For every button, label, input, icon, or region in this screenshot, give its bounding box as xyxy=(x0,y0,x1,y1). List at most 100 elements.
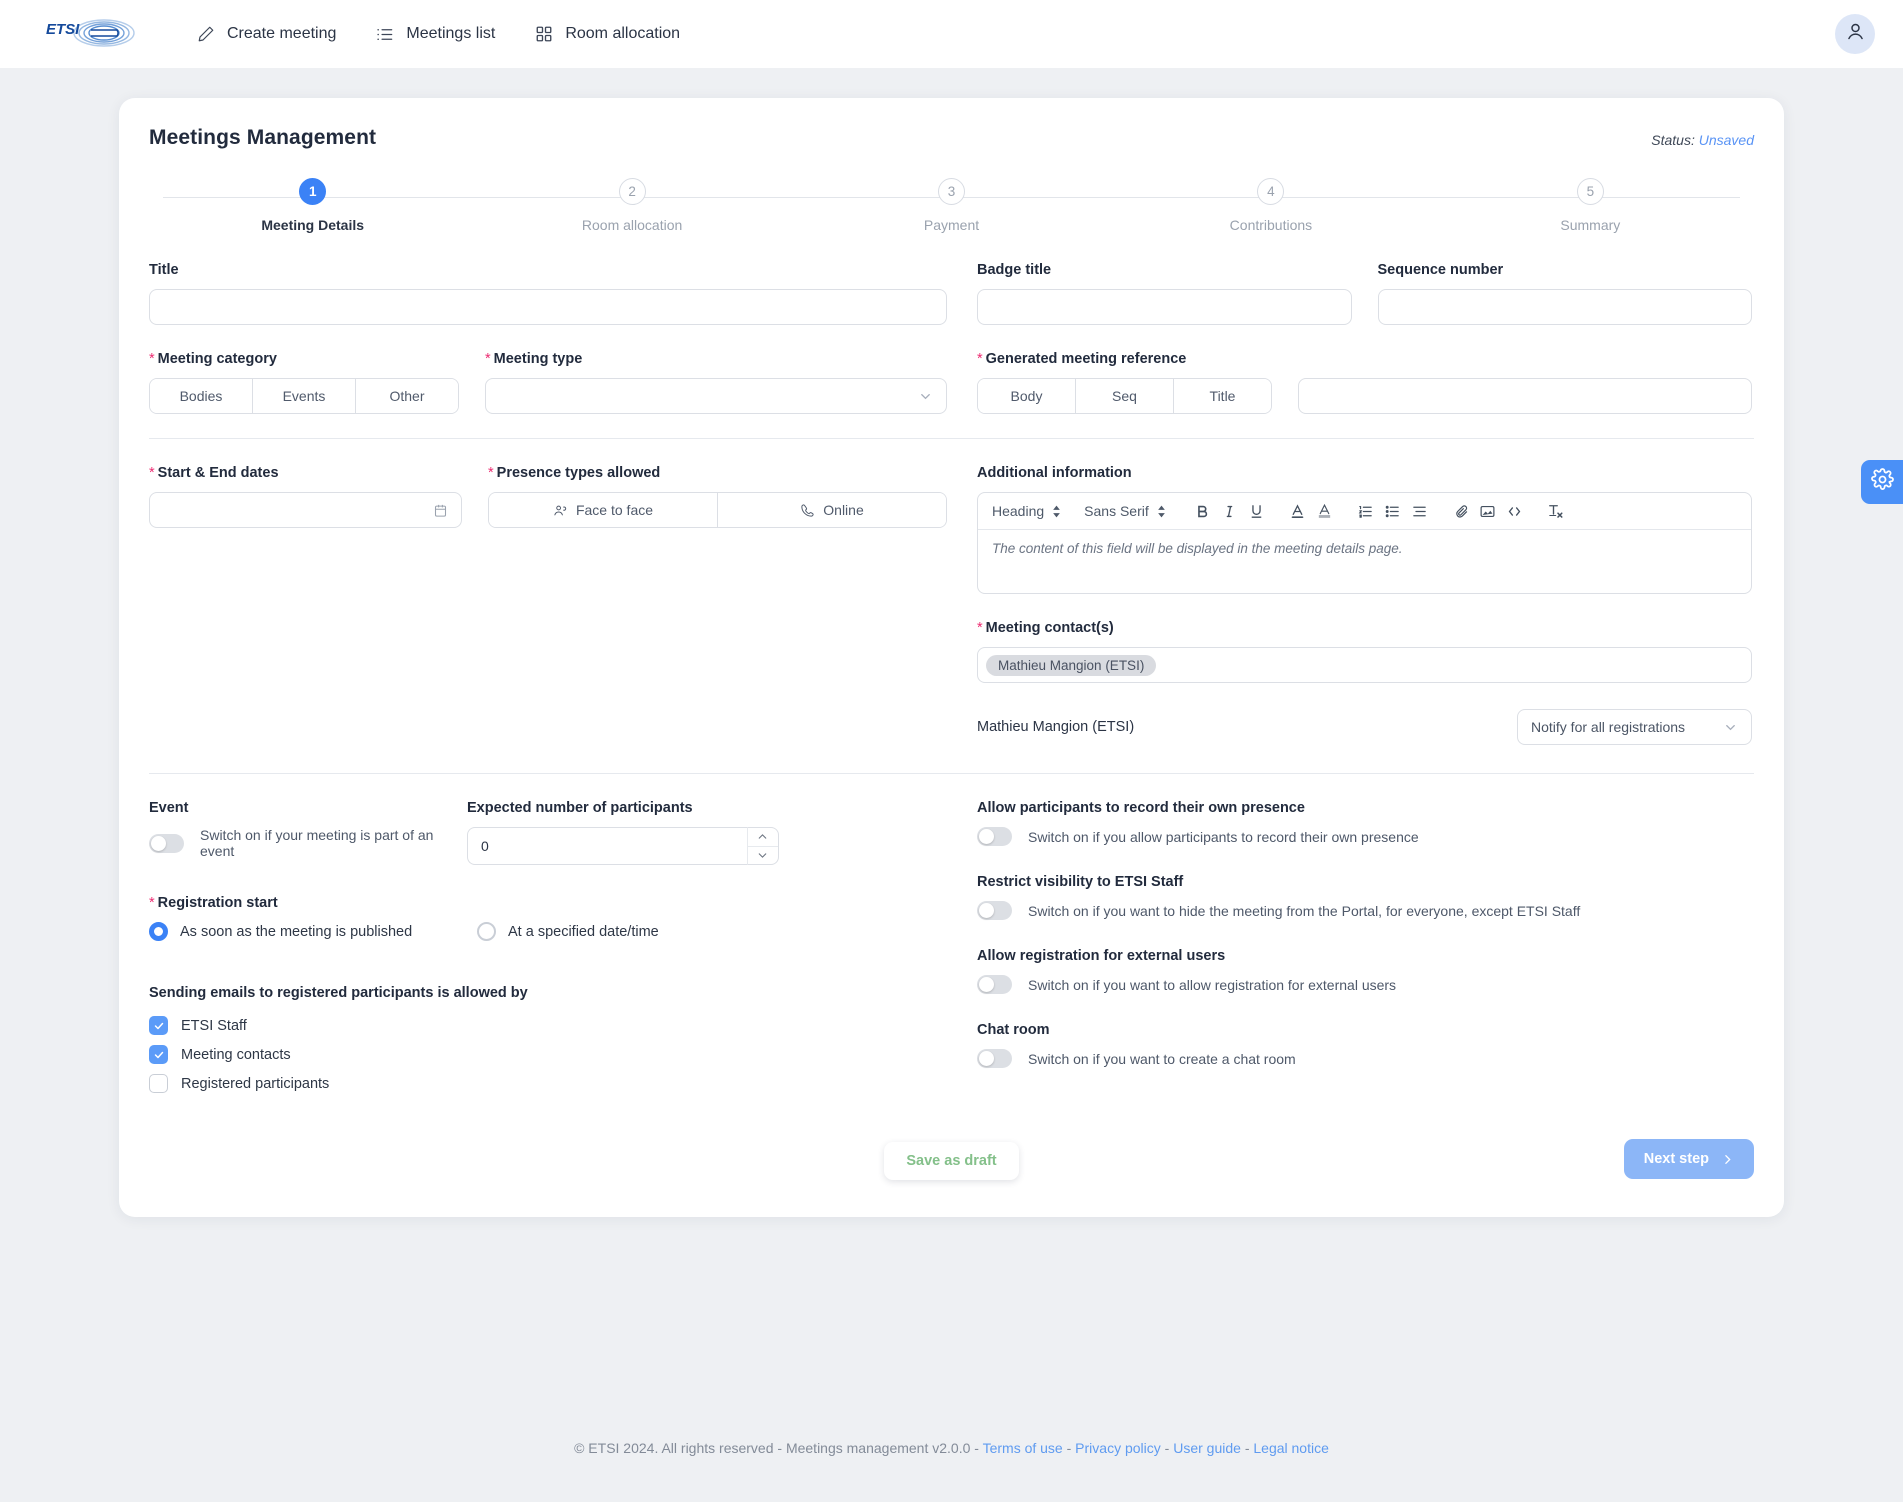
expected-participants-input[interactable]: 0 xyxy=(467,827,747,865)
gear-icon xyxy=(1870,468,1894,496)
next-step-button[interactable]: Next step xyxy=(1623,1139,1754,1179)
step-bubble[interactable]: 3 xyxy=(938,178,966,205)
underline-icon[interactable] xyxy=(1243,498,1270,525)
settings-side-tab[interactable] xyxy=(1861,460,1903,504)
title-input[interactable] xyxy=(149,289,947,325)
checkbox-registered-participants[interactable]: Registered participants xyxy=(149,1074,947,1093)
nav-items: Create meeting Meetings list Room alloca… xyxy=(193,18,682,51)
step-label: Payment xyxy=(923,217,980,233)
meeting-contacts-input[interactable]: Mathieu Mangion (ETSI) xyxy=(977,647,1752,683)
step-bubble[interactable]: 1 xyxy=(299,178,327,205)
external-users-toggle-row: Switch on if you want to allow registrat… xyxy=(977,975,1752,994)
status-value: Unsaved xyxy=(1698,132,1754,148)
sending-emails-label: Sending emails to registered participant… xyxy=(149,985,528,1001)
step-payment[interactable]: 3 Payment xyxy=(792,178,1111,233)
step-summary[interactable]: 5 Summary xyxy=(1431,178,1750,233)
step-meeting-details[interactable]: 1 Meeting Details xyxy=(153,178,472,233)
expected-participants-label: Expected number of participants xyxy=(467,800,693,816)
stepper-up-icon[interactable] xyxy=(747,828,778,847)
category-option-events[interactable]: Events xyxy=(253,379,356,413)
rich-text-toolbar: Heading Sans Serif xyxy=(978,493,1751,530)
ordered-list-icon[interactable] xyxy=(1352,498,1379,525)
ref-option-body[interactable]: Body xyxy=(978,379,1076,413)
footer-link-terms-of-use[interactable]: Terms of use xyxy=(983,1440,1063,1456)
checkbox-box xyxy=(149,1016,168,1035)
start-end-dates-input[interactable] xyxy=(149,492,462,528)
nav-item-create-meeting[interactable]: Create meeting xyxy=(193,18,338,51)
heading-select[interactable]: Heading xyxy=(992,503,1062,519)
required-asterisk: * xyxy=(149,465,155,481)
checkbox-label: Meeting contacts xyxy=(181,1046,291,1063)
bullet-list-icon[interactable] xyxy=(1379,498,1406,525)
rich-text-editor: Heading Sans Serif The content of this f… xyxy=(977,492,1752,594)
restrict-visibility-toggle[interactable] xyxy=(977,901,1012,920)
record-presence-hint: Switch on if you allow participants to r… xyxy=(1028,828,1419,845)
step-bubble[interactable]: 5 xyxy=(1576,178,1604,205)
additional-information-editor[interactable]: The content of this field will be displa… xyxy=(978,530,1751,593)
stepper-down-icon[interactable] xyxy=(748,847,778,865)
badge-title-label: Badge title xyxy=(977,262,1052,278)
external-users-hint: Switch on if you want to allow registrat… xyxy=(1028,976,1397,993)
status-label: Status: xyxy=(1651,132,1695,148)
event-toggle[interactable] xyxy=(149,833,184,853)
chat-room-toggle[interactable] xyxy=(977,1049,1012,1068)
contact-notify-value: Notify for all registrations xyxy=(1531,719,1686,735)
record-presence-label: Allow participants to record their own p… xyxy=(977,800,1305,816)
stepper-buttons xyxy=(746,827,779,865)
step-bubble[interactable]: 2 xyxy=(618,178,646,205)
meetings-management-card: Meetings Management Status: Unsaved 1 Me… xyxy=(119,98,1784,1217)
step-label: Room allocation xyxy=(581,217,683,233)
radio-as-soon-as-published[interactable]: As soon as the meeting is published xyxy=(149,922,477,941)
meeting-type-select[interactable] xyxy=(485,378,947,414)
code-icon[interactable] xyxy=(1501,498,1528,525)
checkbox-box xyxy=(149,1045,168,1064)
restrict-visibility-toggle-row: Switch on if you want to hide the meetin… xyxy=(977,901,1752,920)
step-contributions[interactable]: 4 Contributions xyxy=(1111,178,1430,233)
step-room-allocation[interactable]: 2 Room allocation xyxy=(472,178,791,233)
ref-option-title[interactable]: Title xyxy=(1174,379,1271,413)
category-option-bodies[interactable]: Bodies xyxy=(150,379,253,413)
align-icon[interactable] xyxy=(1406,498,1433,525)
checkbox-etsi-staff[interactable]: ETSI Staff xyxy=(149,1016,947,1035)
record-presence-toggle[interactable] xyxy=(977,827,1012,846)
generated-reference-input[interactable] xyxy=(1298,378,1752,414)
image-icon[interactable] xyxy=(1474,498,1501,525)
badge-title-input[interactable] xyxy=(977,289,1352,325)
clear-format-icon[interactable] xyxy=(1542,498,1569,525)
font-select[interactable]: Sans Serif xyxy=(1084,503,1167,519)
save-as-draft-button[interactable]: Save as draft xyxy=(884,1142,1019,1180)
next-step-label: Next step xyxy=(1643,1151,1709,1167)
contact-notify-select[interactable]: Notify for all registrations xyxy=(1517,709,1752,745)
nav-item-room-allocation[interactable]: Room allocation xyxy=(531,18,682,51)
external-users-toggle[interactable] xyxy=(977,975,1012,994)
link-icon[interactable] xyxy=(1447,498,1474,525)
footer-link-legal-notice[interactable]: Legal notice xyxy=(1253,1440,1329,1456)
italic-icon[interactable] xyxy=(1216,498,1243,525)
checkbox-meeting-contacts[interactable]: Meeting contacts xyxy=(149,1045,947,1064)
phone-icon xyxy=(800,503,815,518)
ref-option-seq[interactable]: Seq xyxy=(1076,379,1174,413)
highlight-color-icon[interactable] xyxy=(1311,498,1338,525)
required-asterisk: * xyxy=(485,351,491,367)
page-footer: © ETSI 2024. All rights reserved - Meeti… xyxy=(0,1440,1903,1456)
category-option-other[interactable]: Other xyxy=(356,379,458,413)
text-color-icon[interactable] xyxy=(1284,498,1311,525)
footer-link-user-guide[interactable]: User guide xyxy=(1173,1440,1241,1456)
bold-icon[interactable] xyxy=(1189,498,1216,525)
contact-chip[interactable]: Mathieu Mangion (ETSI) xyxy=(986,654,1157,676)
meeting-category-segmented: Bodies Events Other xyxy=(149,378,459,414)
heading-select-value: Heading xyxy=(992,503,1045,519)
card-actions: Save as draft Next step xyxy=(149,1139,1754,1183)
list-icon xyxy=(374,24,395,45)
avatar[interactable] xyxy=(1835,14,1875,54)
radio-at-specified-datetime[interactable]: At a specified date/time xyxy=(477,922,805,941)
etsi-logo[interactable]: ETSI xyxy=(46,17,141,51)
nav-item-meetings-list[interactable]: Meetings list xyxy=(372,18,497,51)
step-bubble[interactable]: 4 xyxy=(1257,178,1285,205)
footer-link-privacy-policy[interactable]: Privacy policy xyxy=(1075,1440,1161,1456)
sequence-number-input[interactable] xyxy=(1377,289,1752,325)
updown-chevron-icon xyxy=(1051,504,1062,519)
presence-option-face-to-face[interactable]: Face to face xyxy=(489,493,718,527)
registration-start-radios: As soon as the meeting is published At a… xyxy=(149,922,947,941)
presence-option-online[interactable]: Online xyxy=(718,493,946,527)
